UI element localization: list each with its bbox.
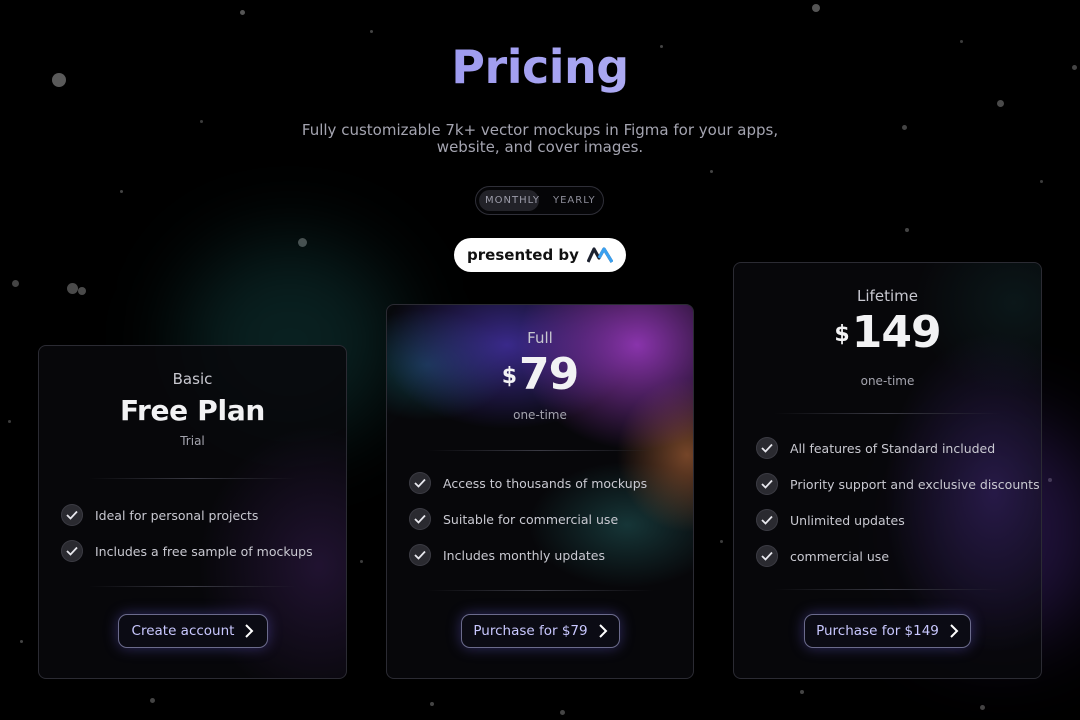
divider bbox=[774, 413, 1001, 414]
plan-card-full: Full $79 one-time Access to thousands of… bbox=[386, 304, 694, 679]
list-item: Unlimited updates bbox=[756, 502, 1040, 538]
chevron-right-icon bbox=[950, 624, 959, 638]
check-icon bbox=[756, 437, 778, 459]
check-icon bbox=[409, 472, 431, 494]
plan-period: one-time bbox=[860, 374, 915, 388]
plan-card-basic: Basic Free Plan Trial Ideal for personal… bbox=[38, 345, 347, 679]
cta-label: Create account bbox=[131, 623, 235, 639]
chevron-right-icon bbox=[245, 624, 254, 638]
feature-text: Unlimited updates bbox=[790, 512, 905, 528]
presented-by-badge[interactable]: presented by bbox=[454, 238, 626, 272]
page-title: Pricing bbox=[0, 40, 1080, 94]
feature-text: All features of Standard included bbox=[790, 440, 996, 456]
plan-price: $149 bbox=[734, 307, 1041, 358]
divider bbox=[89, 478, 296, 479]
price-amount: 79 bbox=[519, 349, 579, 400]
check-icon bbox=[756, 473, 778, 495]
presented-by-label: presented by bbox=[467, 246, 579, 264]
feature-text: commercial use bbox=[790, 548, 890, 564]
cta-label: Purchase for $149 bbox=[816, 623, 939, 639]
subtitle-line-1: Fully customizable 7k+ vector mockups in… bbox=[301, 121, 779, 139]
m-logo-icon bbox=[586, 247, 613, 263]
chevron-right-icon bbox=[598, 624, 608, 638]
feature-text: Ideal for personal projects bbox=[95, 507, 259, 523]
list-item: All features of Standard included bbox=[756, 430, 1040, 466]
feature-text: Priority support and exclusive discounts bbox=[790, 476, 1040, 492]
feature-list: All features of Standard included Priori… bbox=[756, 430, 1040, 574]
plan-price: $79 bbox=[387, 349, 693, 400]
plan-period: Trial bbox=[180, 434, 205, 448]
toggle-monthly[interactable]: MONTHLY bbox=[479, 190, 539, 211]
purchase-full-button[interactable]: Purchase for $79 bbox=[461, 614, 620, 648]
divider bbox=[774, 589, 1001, 590]
list-item: Includes monthly updates bbox=[409, 537, 647, 573]
currency-symbol: $ bbox=[501, 364, 518, 389]
feature-text: Access to thousands of mockups bbox=[443, 475, 648, 491]
check-icon bbox=[409, 544, 431, 566]
feature-list: Access to thousands of mockups Suitable … bbox=[409, 465, 647, 573]
create-account-button[interactable]: Create account bbox=[118, 614, 268, 648]
feature-text: Includes a free sample of mockups bbox=[95, 543, 313, 559]
check-icon bbox=[756, 545, 778, 567]
list-item: Access to thousands of mockups bbox=[409, 465, 647, 501]
list-item: commercial use bbox=[756, 538, 1040, 574]
check-icon bbox=[61, 504, 83, 526]
feature-list: Ideal for personal projects Includes a f… bbox=[61, 497, 313, 569]
list-item: Includes a free sample of mockups bbox=[61, 533, 313, 569]
list-item: Priority support and exclusive discounts bbox=[756, 466, 1040, 502]
feature-text: Suitable for commercial use bbox=[443, 511, 619, 527]
divider bbox=[427, 450, 653, 451]
check-icon bbox=[756, 509, 778, 531]
plan-period: one-time bbox=[513, 408, 567, 422]
check-icon bbox=[409, 508, 431, 530]
subtitle-line-2: website, and cover images. bbox=[436, 138, 644, 156]
list-item: Ideal for personal projects bbox=[61, 497, 313, 533]
check-icon bbox=[61, 540, 83, 562]
plan-price: Free Plan bbox=[119, 394, 266, 427]
page-subtitle: Fully customizable 7k+ vector mockups in… bbox=[0, 122, 1080, 156]
list-item: Suitable for commercial use bbox=[409, 501, 647, 537]
divider bbox=[89, 586, 296, 587]
plan-card-lifetime: Lifetime $149 one-time All features of S… bbox=[733, 262, 1042, 679]
toggle-yearly[interactable]: YEARLY bbox=[547, 190, 602, 211]
currency-symbol: $ bbox=[834, 322, 850, 347]
purchase-lifetime-button[interactable]: Purchase for $149 bbox=[804, 614, 971, 648]
divider bbox=[427, 590, 653, 591]
plan-name: Lifetime bbox=[857, 287, 918, 305]
plan-name: Full bbox=[527, 329, 553, 347]
price-amount: 149 bbox=[851, 307, 942, 358]
feature-text: Includes monthly updates bbox=[443, 547, 605, 563]
billing-toggle[interactable]: MONTHLY YEARLY bbox=[475, 186, 604, 215]
plan-name: Basic bbox=[172, 370, 213, 388]
cta-label: Purchase for $79 bbox=[473, 623, 588, 639]
